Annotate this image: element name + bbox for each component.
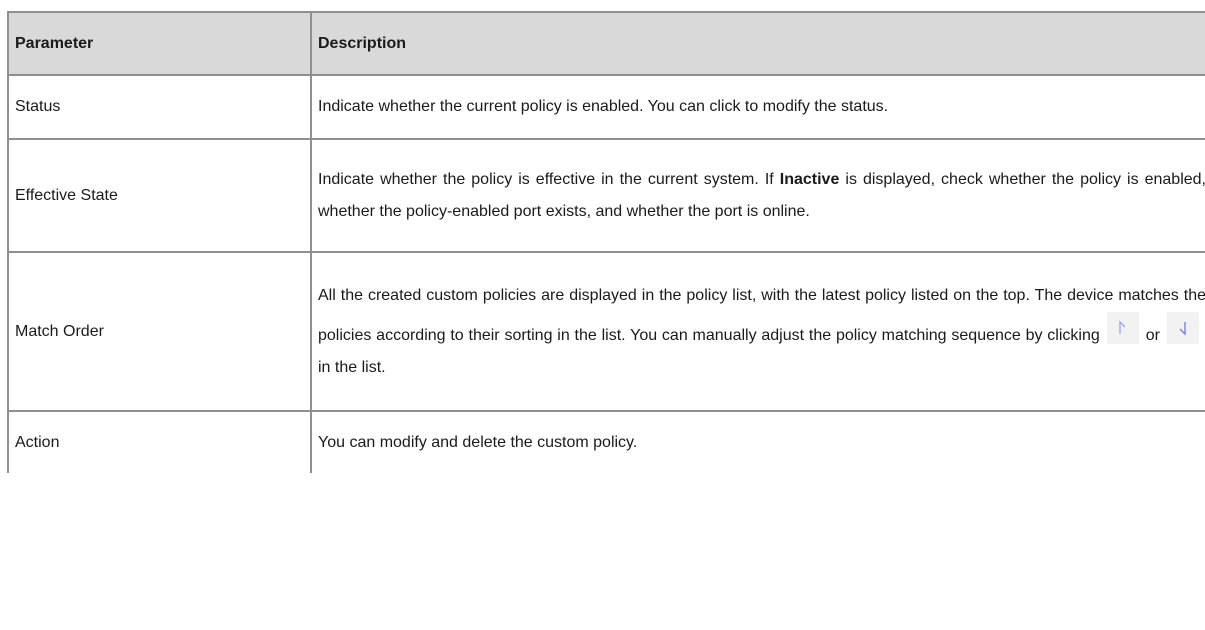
table-row: Status Indicate whether the current poli…	[7, 74, 1205, 140]
desc-or: or	[1145, 326, 1160, 344]
arrow-up-icon	[1106, 311, 1139, 344]
desc-text: All the created custom policies are disp…	[318, 286, 1205, 344]
table-row: Effective State Indicate whether the pol…	[7, 138, 1205, 253]
parameter-table: Parameter Description Status Indicate wh…	[7, 11, 1205, 473]
header-parameter: Parameter	[7, 11, 312, 76]
inactive-term: Inactive	[779, 170, 840, 188]
table-header-row: Parameter Description	[7, 11, 1205, 76]
arrow-down-icon	[1167, 311, 1199, 344]
desc-cell: Indicate whether the current policy is e…	[310, 74, 1205, 140]
desc-text: in the list.	[318, 358, 386, 376]
previous-page-text-fragment	[0, 0, 1205, 8]
desc-cell: Indicate whether the policy is effective…	[310, 138, 1205, 253]
table-row: Action You can modify and delete the cus…	[7, 410, 1205, 473]
desc-cell: You can modify and delete the custom pol…	[310, 410, 1205, 473]
header-description: Description	[310, 11, 1205, 76]
table-row: Match Order All the created custom polic…	[7, 251, 1205, 412]
desc-text: Indicate whether the policy is effective…	[318, 170, 780, 188]
param-cell: Effective State	[7, 138, 312, 253]
desc-cell: All the created custom policies are disp…	[310, 251, 1205, 412]
param-cell: Match Order	[7, 251, 312, 412]
param-cell: Status	[7, 74, 312, 140]
param-cell: Action	[7, 410, 312, 473]
